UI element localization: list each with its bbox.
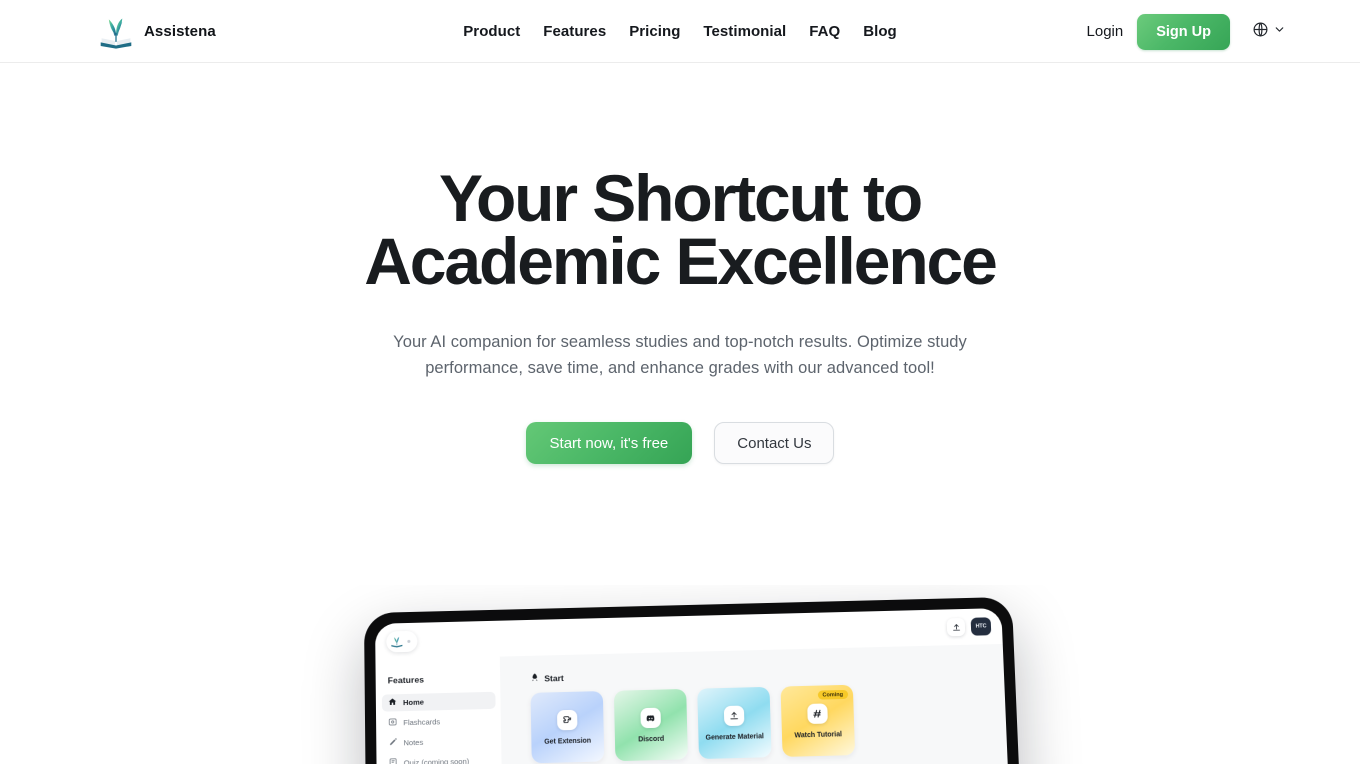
app-topbar-actions: HTC bbox=[946, 617, 992, 637]
flashcards-icon bbox=[388, 717, 397, 728]
start-section-header: Start bbox=[530, 661, 1004, 684]
app-logo-pill[interactable] bbox=[386, 630, 418, 652]
generate-icon bbox=[723, 705, 745, 726]
hero-cta-group: Start now, it's free Contact Us bbox=[0, 422, 1360, 464]
rocket-icon bbox=[530, 673, 539, 684]
tablet-screen: HTC Features Home Flashcards Notes Quiz … bbox=[375, 608, 1019, 764]
user-badge[interactable]: HTC bbox=[970, 617, 992, 636]
language-switcher[interactable] bbox=[1252, 21, 1286, 43]
pen-icon bbox=[388, 737, 397, 748]
sidebar-item-notes[interactable]: Notes bbox=[382, 732, 496, 752]
play-lines-icon bbox=[807, 702, 828, 724]
card-label: Discord bbox=[638, 735, 665, 743]
sidebar-item-flashcards[interactable]: Flashcards bbox=[382, 712, 496, 732]
site-header: Assistena Product Features Pricing Testi… bbox=[0, 0, 1360, 63]
tablet-frame: HTC Features Home Flashcards Notes Quiz … bbox=[363, 596, 1031, 764]
start-cards: Get Extension Discord Generate Material bbox=[530, 681, 1008, 764]
book-plant-logo-icon bbox=[390, 635, 403, 648]
hero-title-line-2: Academic Excellence bbox=[364, 224, 998, 298]
brand-logo[interactable]: Assistena bbox=[98, 0, 216, 63]
sidebar-title: Features bbox=[387, 674, 425, 686]
home-icon bbox=[388, 697, 397, 708]
app-main-content: Start Get Extension Discord Generate Mat… bbox=[499, 643, 1019, 764]
book-plant-logo-icon bbox=[98, 14, 134, 50]
sidebar-item-label: Notes bbox=[403, 737, 424, 748]
app-logo-dot bbox=[407, 639, 411, 643]
header-actions: Login Sign Up bbox=[1087, 0, 1286, 63]
card-label: Get Extension bbox=[544, 737, 592, 746]
page-title: Your Shortcut to Academic Excellence bbox=[0, 161, 1360, 298]
card-get-extension[interactable]: Get Extension bbox=[530, 691, 605, 764]
contact-us-button[interactable]: Contact Us bbox=[714, 422, 835, 464]
discord-icon bbox=[640, 707, 661, 728]
start-now-button[interactable]: Start now, it's free bbox=[525, 422, 693, 464]
coming-badge: Coming bbox=[817, 689, 849, 700]
hero-subtitle: Your AI companion for seamless studies a… bbox=[393, 333, 967, 377]
hero-title-line-1: Your Shortcut to bbox=[438, 161, 923, 235]
nav-item-testimonial[interactable]: Testimonial bbox=[703, 23, 786, 40]
signup-button[interactable]: Sign Up bbox=[1137, 13, 1230, 50]
card-watch-tutorial[interactable]: Coming Watch Tutorial bbox=[780, 684, 856, 757]
card-generate-material[interactable]: Generate Material bbox=[697, 686, 772, 760]
puzzle-icon bbox=[556, 709, 578, 730]
nav-item-blog[interactable]: Blog bbox=[863, 23, 897, 40]
card-label: Watch Tutorial bbox=[794, 730, 843, 739]
globe-icon bbox=[1252, 21, 1269, 43]
nav-item-pricing[interactable]: Pricing bbox=[629, 23, 680, 40]
sidebar-item-quiz[interactable]: Quiz (coming soon) bbox=[382, 752, 496, 764]
nav-item-faq[interactable]: FAQ bbox=[809, 23, 840, 40]
chevron-down-icon bbox=[1273, 23, 1286, 41]
nav-item-product[interactable]: Product bbox=[463, 23, 520, 40]
login-link[interactable]: Login bbox=[1087, 23, 1124, 40]
product-screenshot-mockup: HTC Features Home Flashcards Notes Quiz … bbox=[0, 585, 1360, 764]
nav-item-features[interactable]: Features bbox=[543, 23, 606, 40]
sidebar-item-home[interactable]: Home bbox=[381, 691, 496, 712]
upload-icon[interactable] bbox=[946, 617, 966, 637]
app-sidebar: Features Home Flashcards Notes Quiz (com… bbox=[375, 656, 507, 764]
start-section-title: Start bbox=[544, 672, 564, 683]
brand-name: Assistena bbox=[144, 23, 216, 40]
sidebar-item-label: Home bbox=[402, 697, 425, 708]
sidebar-item-label: Flashcards bbox=[403, 717, 441, 728]
sidebar-item-label: Quiz (coming soon) bbox=[403, 756, 470, 764]
card-discord[interactable]: Discord bbox=[613, 688, 688, 762]
card-label: Generate Material bbox=[705, 732, 764, 742]
quiz-icon bbox=[389, 758, 398, 764]
hero-section: Your Shortcut to Academic Excellence You… bbox=[0, 63, 1360, 464]
